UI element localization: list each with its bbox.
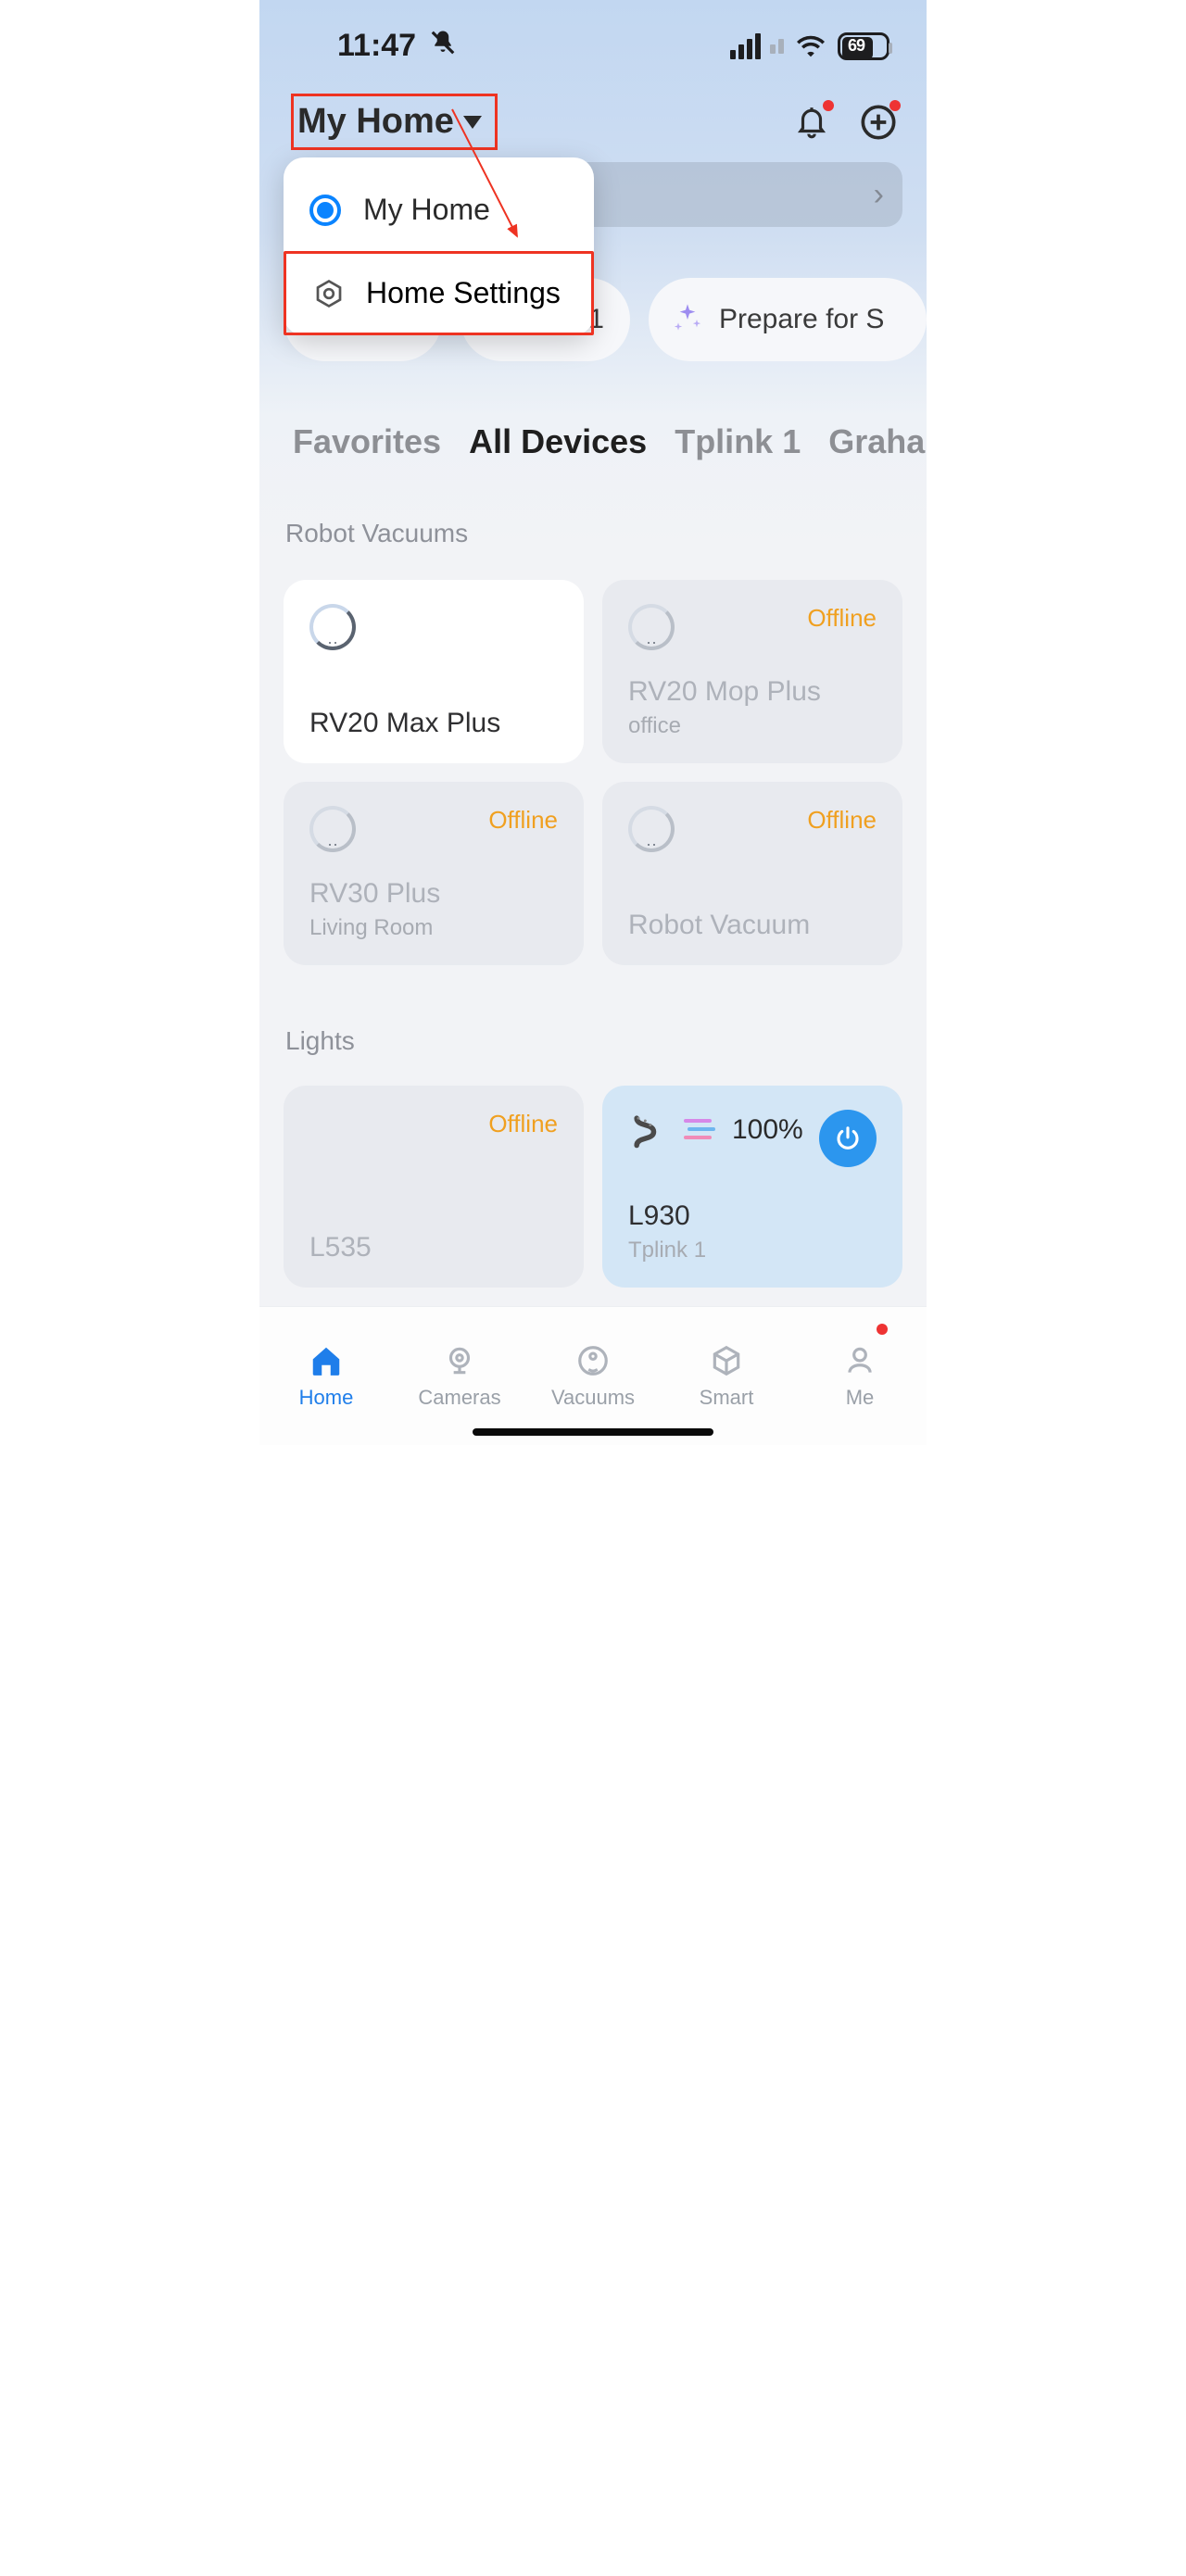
tab-label: Home <box>299 1386 354 1410</box>
device-status: Offline <box>807 806 877 835</box>
vacuum-icon <box>309 604 356 650</box>
home-selector-dropdown: My Home Home Settings <box>284 157 594 335</box>
tab-vacuums[interactable]: Vacuums <box>526 1307 660 1445</box>
tab-smart[interactable]: Smart <box>660 1307 793 1445</box>
device-status: Offline <box>488 806 558 835</box>
tab-tplink1[interactable]: Tplink 1 <box>675 422 801 461</box>
device-card-rv20-mop-plus[interactable]: Offline RV20 Mop Plus office <box>602 580 902 763</box>
notification-dot-icon <box>890 100 901 111</box>
pill-label: Prepare for S <box>719 304 884 335</box>
app-screen: 11:47 69 My Home <box>259 0 927 1445</box>
tab-label: Vacuums <box>551 1386 635 1410</box>
device-room: Living Room <box>309 915 558 941</box>
home-indicator <box>473 1428 713 1436</box>
tab-cameras[interactable]: Cameras <box>393 1307 526 1445</box>
person-icon <box>842 1343 877 1378</box>
chevron-right-icon: › <box>874 177 884 213</box>
silent-icon <box>429 29 457 64</box>
device-tabs: Favorites All Devices Tplink 1 Graha <box>259 422 927 461</box>
device-card-rv20-max-plus[interactable]: RV20 Max Plus <box>284 580 584 763</box>
notifications-button[interactable] <box>791 102 832 143</box>
vacuum-icon <box>628 604 675 650</box>
device-room: Tplink 1 <box>628 1238 877 1263</box>
home-icon <box>309 1343 344 1378</box>
notification-dot-icon <box>877 1324 888 1335</box>
section-header-robot-vacuums: Robot Vacuums <box>285 519 468 548</box>
device-name: RV30 Plus <box>309 878 558 910</box>
radio-selected-icon <box>309 195 341 226</box>
signal-icon-2 <box>770 39 784 54</box>
tab-graha[interactable]: Graha <box>828 422 925 461</box>
device-name: RV20 Mop Plus <box>628 676 877 708</box>
dropdown-item-label: My Home <box>363 193 490 227</box>
wifi-icon <box>797 35 825 57</box>
tab-favorites[interactable]: Favorites <box>293 422 441 461</box>
device-name: Robot Vacuum <box>628 910 877 941</box>
device-card-l930[interactable]: 100% L930 Tplink 1 <box>602 1086 902 1288</box>
brightness-pct: 100% <box>732 1114 803 1146</box>
dropdown-item-home-settings[interactable]: Home Settings <box>284 251 594 335</box>
home-selector-label: My Home <box>297 102 454 142</box>
device-room: office <box>628 713 877 739</box>
camera-icon <box>442 1343 477 1378</box>
battery-icon: 69 <box>838 32 890 60</box>
sparkle-icon <box>669 301 706 338</box>
status-bar: 11:47 69 <box>259 0 927 71</box>
section-header-lights: Lights <box>285 1026 355 1056</box>
chevron-down-icon <box>463 116 482 129</box>
device-status: Offline <box>807 604 877 633</box>
dropdown-item-my-home[interactable]: My Home <box>284 174 594 245</box>
power-button[interactable] <box>819 1110 877 1167</box>
cube-icon <box>709 1343 744 1378</box>
battery-pct: 69 <box>842 36 864 56</box>
gear-icon <box>312 277 346 310</box>
bulb-icon <box>309 1110 347 1160</box>
status-time: 11:47 <box>337 28 416 64</box>
device-status: Offline <box>488 1110 558 1138</box>
device-name: RV20 Max Plus <box>309 708 558 739</box>
light-strip-icon <box>628 1110 669 1150</box>
robot-vacuum-grid: RV20 Max Plus Offline RV20 Mop Plus offi… <box>284 580 902 965</box>
ai-prepare-pill[interactable]: Prepare for S <box>649 278 927 361</box>
robot-vacuum-icon <box>575 1343 611 1378</box>
lights-grid: Offline L535 100% L930 Tplink 1 <box>284 1086 902 1288</box>
header: My Home <box>259 71 927 159</box>
tab-me[interactable]: Me <box>793 1307 927 1445</box>
device-card-rv30-plus[interactable]: Offline RV30 Plus Living Room <box>284 782 584 965</box>
device-card-robot-vacuum[interactable]: Offline Robot Vacuum <box>602 782 902 965</box>
signal-icon <box>730 33 761 59</box>
vacuum-icon <box>309 806 356 852</box>
device-name: L930 <box>628 1200 877 1232</box>
tab-label: Smart <box>700 1386 754 1410</box>
device-card-l535[interactable]: Offline L535 <box>284 1086 584 1288</box>
tab-label: Me <box>846 1386 875 1410</box>
tab-label: Cameras <box>418 1386 500 1410</box>
vacuum-icon <box>628 806 675 852</box>
bottom-tab-bar: Home Cameras Vacuums Smart Me <box>259 1306 927 1445</box>
notification-dot-icon <box>823 100 834 111</box>
tab-all-devices[interactable]: All Devices <box>469 422 647 461</box>
dropdown-item-label: Home Settings <box>366 276 561 310</box>
add-button[interactable] <box>858 102 899 143</box>
gradient-icon <box>682 1115 719 1145</box>
tab-home[interactable]: Home <box>259 1307 393 1445</box>
device-name: L535 <box>309 1232 558 1263</box>
home-selector-button[interactable]: My Home <box>291 94 498 150</box>
